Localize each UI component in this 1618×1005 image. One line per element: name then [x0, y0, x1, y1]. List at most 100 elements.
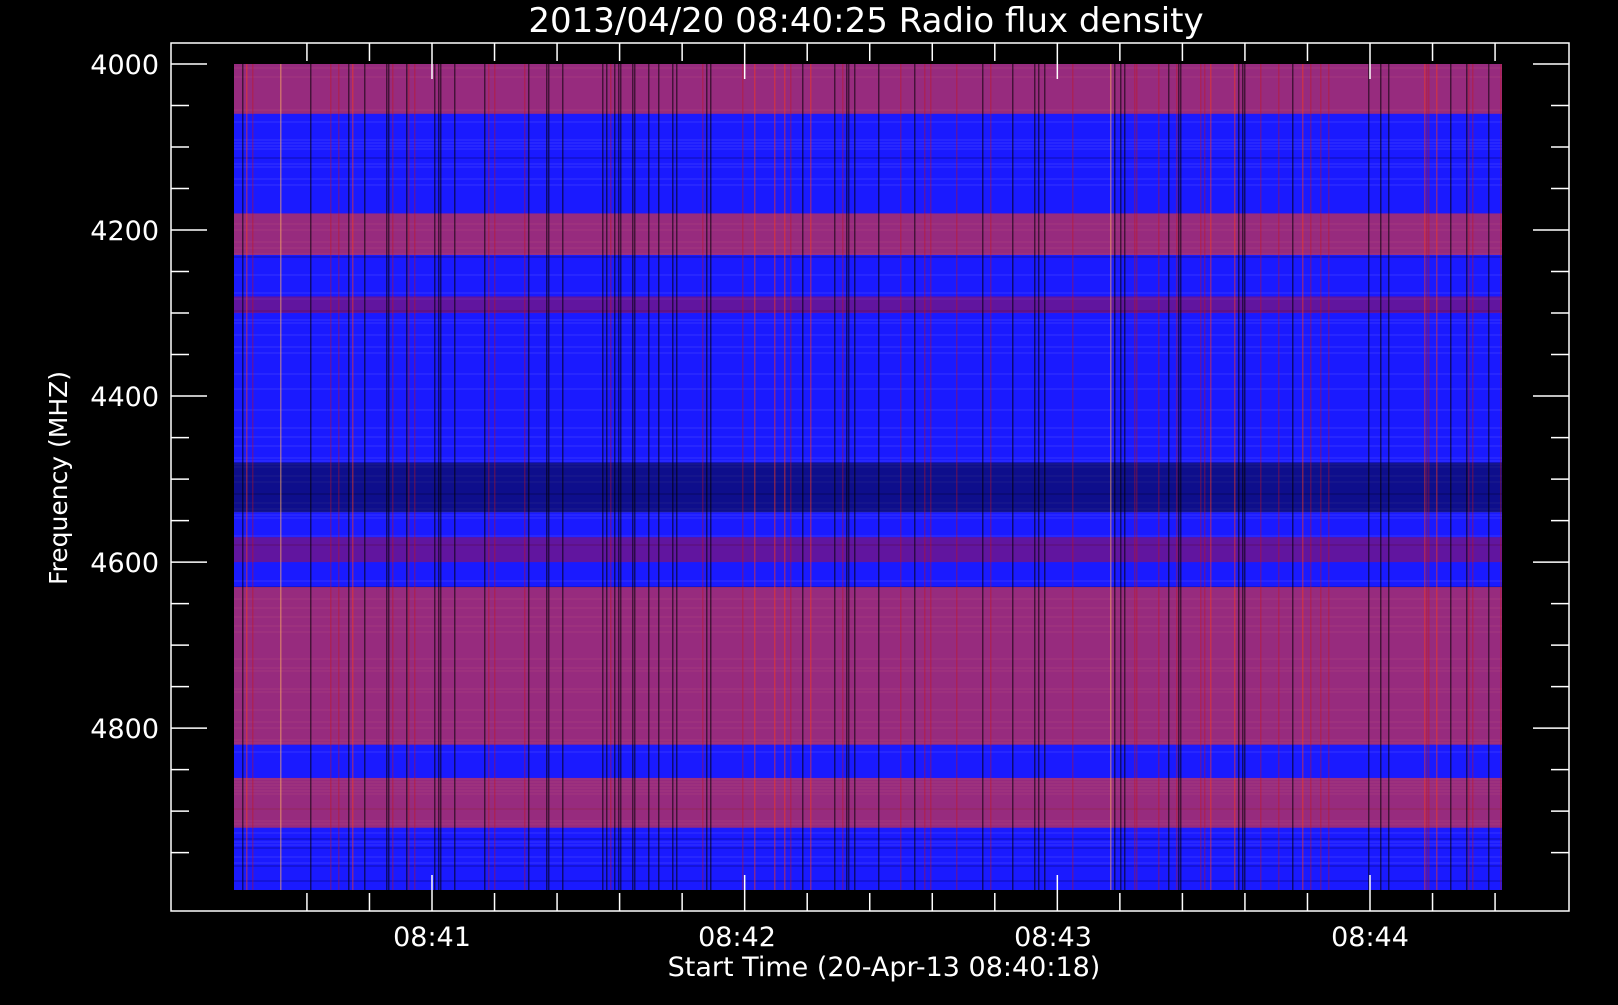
heatmap-row	[234, 832, 1502, 834]
time-column	[1242, 64, 1244, 890]
time-column	[1204, 64, 1206, 890]
heatmap-row	[234, 460, 1502, 462]
time-column	[1134, 64, 1136, 890]
spectrogram-chart: 2013/04/20 08:40:25 Radio flux density S…	[44, 1, 1570, 983]
time-column	[1044, 64, 1046, 890]
y-axis-label: Frequency (MHZ)	[44, 371, 73, 585]
time-column	[846, 64, 848, 890]
time-column	[1168, 64, 1170, 890]
time-column	[614, 64, 616, 890]
time-column	[364, 64, 366, 890]
heatmap-row	[234, 880, 1502, 882]
heatmap-row	[234, 319, 1502, 321]
time-column	[562, 64, 564, 890]
time-column	[1120, 64, 1122, 890]
heatmap-row	[234, 535, 1502, 537]
x-tick-label: 08:44	[1331, 922, 1409, 953]
heatmap-row	[234, 862, 1502, 864]
time-column	[834, 64, 836, 890]
heatmap-row	[234, 139, 1502, 141]
time-column	[1500, 64, 1502, 890]
heatmap-row	[234, 427, 1502, 429]
heatmap-row	[234, 121, 1502, 123]
time-column	[1450, 64, 1452, 890]
time-column	[1424, 64, 1426, 890]
time-column	[242, 64, 244, 890]
time-column	[246, 64, 248, 890]
time-column	[990, 64, 992, 890]
y-tick-label: 4000	[90, 50, 159, 81]
spectrogram-image	[234, 64, 1502, 890]
time-column	[1368, 64, 1370, 890]
time-column	[1200, 64, 1202, 890]
heatmap-row	[234, 166, 1502, 168]
heatmap-row	[234, 514, 1502, 516]
x-tick-label: 08:41	[393, 922, 471, 953]
time-column	[1468, 64, 1470, 890]
time-column	[1176, 64, 1178, 890]
time-column	[676, 64, 678, 890]
heatmap-row	[234, 844, 1502, 846]
heatmap-row	[234, 751, 1502, 753]
time-column	[924, 64, 926, 890]
heatmap-row	[234, 184, 1502, 186]
time-column	[1436, 64, 1438, 890]
time-column	[1426, 64, 1428, 890]
time-column	[408, 64, 410, 890]
time-column	[618, 64, 620, 890]
time-column	[406, 64, 408, 890]
x-axis-label: Start Time (20-Apr-13 08:40:18)	[668, 952, 1101, 983]
heatmap-row	[234, 163, 1502, 165]
time-column	[1180, 64, 1182, 890]
time-column	[1244, 64, 1246, 890]
time-column	[494, 64, 496, 890]
time-column	[1210, 64, 1212, 890]
time-column	[524, 64, 526, 890]
time-column	[632, 64, 634, 890]
time-column	[848, 64, 850, 890]
time-column	[1380, 64, 1382, 890]
frequency-band	[234, 586, 1502, 745]
heatmap-row	[234, 445, 1502, 447]
time-column	[602, 64, 604, 890]
x-tick-label: 08:42	[698, 922, 776, 953]
x-tick-label: 08:43	[1014, 922, 1092, 953]
heatmap-row	[234, 142, 1502, 144]
time-column	[784, 64, 786, 890]
time-column	[1234, 64, 1236, 890]
time-column	[1238, 64, 1240, 890]
time-column	[1310, 64, 1312, 890]
time-column	[742, 64, 744, 890]
time-column	[310, 64, 312, 890]
heatmap-row	[234, 436, 1502, 438]
heatmap-row	[234, 292, 1502, 294]
time-column	[842, 64, 844, 890]
chart-canvas: 2013/04/20 08:40:25 Radio flux density S…	[0, 0, 1618, 1000]
time-column	[1114, 64, 1116, 890]
time-column	[648, 64, 650, 890]
time-column	[774, 64, 776, 890]
heatmap-row	[234, 334, 1502, 336]
time-column	[914, 64, 916, 890]
heatmap-row	[234, 847, 1502, 849]
time-column	[658, 64, 660, 890]
frequency-band	[234, 537, 1502, 563]
time-column	[1320, 64, 1322, 890]
time-column	[1328, 64, 1330, 890]
heatmap-row	[234, 322, 1502, 324]
heatmap-row	[234, 346, 1502, 348]
time-column	[634, 64, 636, 890]
time-column	[878, 64, 880, 890]
time-column	[930, 64, 932, 890]
heatmap-row	[234, 517, 1502, 519]
time-column	[1110, 64, 1112, 890]
time-column	[854, 64, 856, 890]
time-column	[1388, 64, 1390, 890]
time-column	[546, 64, 548, 890]
time-column	[1302, 64, 1304, 890]
time-column	[252, 64, 254, 890]
frequency-band	[234, 462, 1502, 513]
time-column	[280, 64, 282, 890]
time-column	[1466, 64, 1468, 890]
heatmap-row	[234, 352, 1502, 354]
